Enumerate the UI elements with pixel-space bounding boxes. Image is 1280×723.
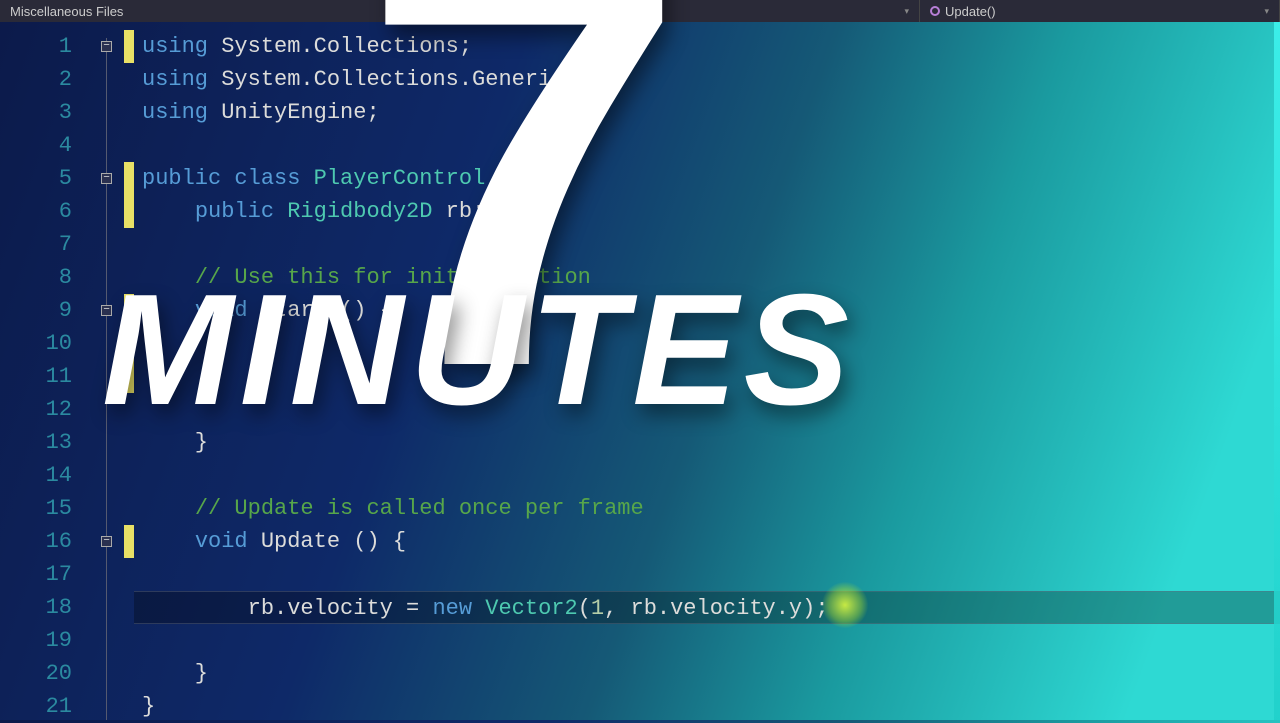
code-editor[interactable]: 123456789101112131415161718192021 −−−− u… (0, 22, 1280, 720)
code-area[interactable]: using System.Collections;using System.Co… (134, 22, 1280, 720)
modification-marker (124, 525, 134, 558)
code-line[interactable]: } (134, 657, 1280, 690)
line-number: 7 (0, 228, 90, 261)
line-number: 12 (0, 393, 90, 426)
modification-marker (124, 261, 134, 294)
code-line[interactable] (134, 129, 1280, 162)
nav-scope-label: Miscellaneous Files (10, 4, 123, 19)
line-number: 19 (0, 624, 90, 657)
modification-gutter (124, 22, 134, 720)
code-line[interactable]: using UnityEngine; (134, 96, 1280, 129)
code-line[interactable]: using System.Collections.Generic; (134, 63, 1280, 96)
modification-marker (124, 591, 134, 624)
code-line[interactable]: // Update is called once per frame (134, 492, 1280, 525)
code-line[interactable]: // Use this for initialization (134, 261, 1280, 294)
modification-marker (124, 195, 134, 228)
fold-gutter[interactable]: − − − − (90, 22, 124, 720)
line-number: 2 (0, 63, 90, 96)
modification-marker (124, 492, 134, 525)
nav-scope-dropdown[interactable]: Miscellaneous Files ▾ (0, 0, 460, 22)
line-number: 8 (0, 261, 90, 294)
code-line[interactable] (134, 459, 1280, 492)
chevron-down-icon: ▾ (444, 6, 449, 17)
modification-marker (124, 690, 134, 723)
line-number: 13 (0, 426, 90, 459)
chevron-down-icon: ▾ (904, 6, 909, 17)
code-line[interactable]: } (134, 690, 1280, 723)
modification-marker (124, 294, 134, 327)
line-number: 4 (0, 129, 90, 162)
nav-method-label: Update() (945, 4, 996, 19)
code-line[interactable]: using System.Collections; (134, 30, 1280, 63)
code-line[interactable]: void Start () { (134, 294, 1280, 327)
code-line[interactable] (134, 360, 1280, 393)
nav-class-label: PlayerControls (487, 4, 572, 19)
code-line[interactable]: } (134, 426, 1280, 459)
modification-marker (124, 657, 134, 690)
line-number: 10 (0, 327, 90, 360)
line-number: 9 (0, 294, 90, 327)
fold-toggle[interactable]: − (101, 173, 112, 184)
line-number: 1 (0, 30, 90, 63)
nav-class-dropdown[interactable]: PlayerControls ▾ (460, 0, 920, 22)
nav-method-dropdown[interactable]: Update() ▾ (920, 0, 1280, 22)
line-number: 3 (0, 96, 90, 129)
modification-marker (124, 459, 134, 492)
fold-guide-line (106, 38, 107, 720)
modification-marker (124, 327, 134, 360)
line-number: 5 (0, 162, 90, 195)
line-number: 21 (0, 690, 90, 723)
right-edge-highlight (1274, 22, 1280, 720)
line-number: 17 (0, 558, 90, 591)
navigation-bar: Miscellaneous Files ▾ PlayerControls ▾ U… (0, 0, 1280, 22)
line-number: 15 (0, 492, 90, 525)
modification-marker (124, 624, 134, 657)
modification-marker (124, 96, 134, 129)
line-number: 6 (0, 195, 90, 228)
class-icon (470, 5, 482, 17)
code-line[interactable]: public class PlayerControl (134, 162, 1280, 195)
modification-marker (124, 129, 134, 162)
line-number: 14 (0, 459, 90, 492)
modification-marker (124, 30, 134, 63)
fold-toggle[interactable]: − (101, 305, 112, 316)
code-line[interactable]: void Update () { (134, 525, 1280, 558)
line-number: 16 (0, 525, 90, 558)
code-line[interactable] (134, 624, 1280, 657)
modification-marker (124, 228, 134, 261)
modification-marker (124, 558, 134, 591)
code-line[interactable]: public Rigidbody2D rb; (134, 195, 1280, 228)
line-number: 11 (0, 360, 90, 393)
code-line[interactable] (134, 393, 1280, 426)
line-number: 20 (0, 657, 90, 690)
code-line[interactable] (134, 228, 1280, 261)
code-line[interactable] (134, 327, 1280, 360)
code-line[interactable] (134, 558, 1280, 591)
method-icon (930, 6, 940, 16)
fold-toggle[interactable]: − (101, 41, 112, 52)
chevron-down-icon: ▾ (1264, 6, 1269, 17)
fold-toggle[interactable]: − (101, 536, 112, 547)
modification-marker (124, 63, 134, 96)
line-number: 18 (0, 591, 90, 624)
code-line[interactable]: rb.velocity = new Vector2(1, rb.velocity… (134, 591, 1280, 624)
modification-marker (124, 162, 134, 195)
modification-marker (124, 393, 134, 426)
modification-marker (124, 360, 134, 393)
modification-marker (124, 426, 134, 459)
line-number-gutter[interactable]: 123456789101112131415161718192021 (0, 22, 90, 720)
